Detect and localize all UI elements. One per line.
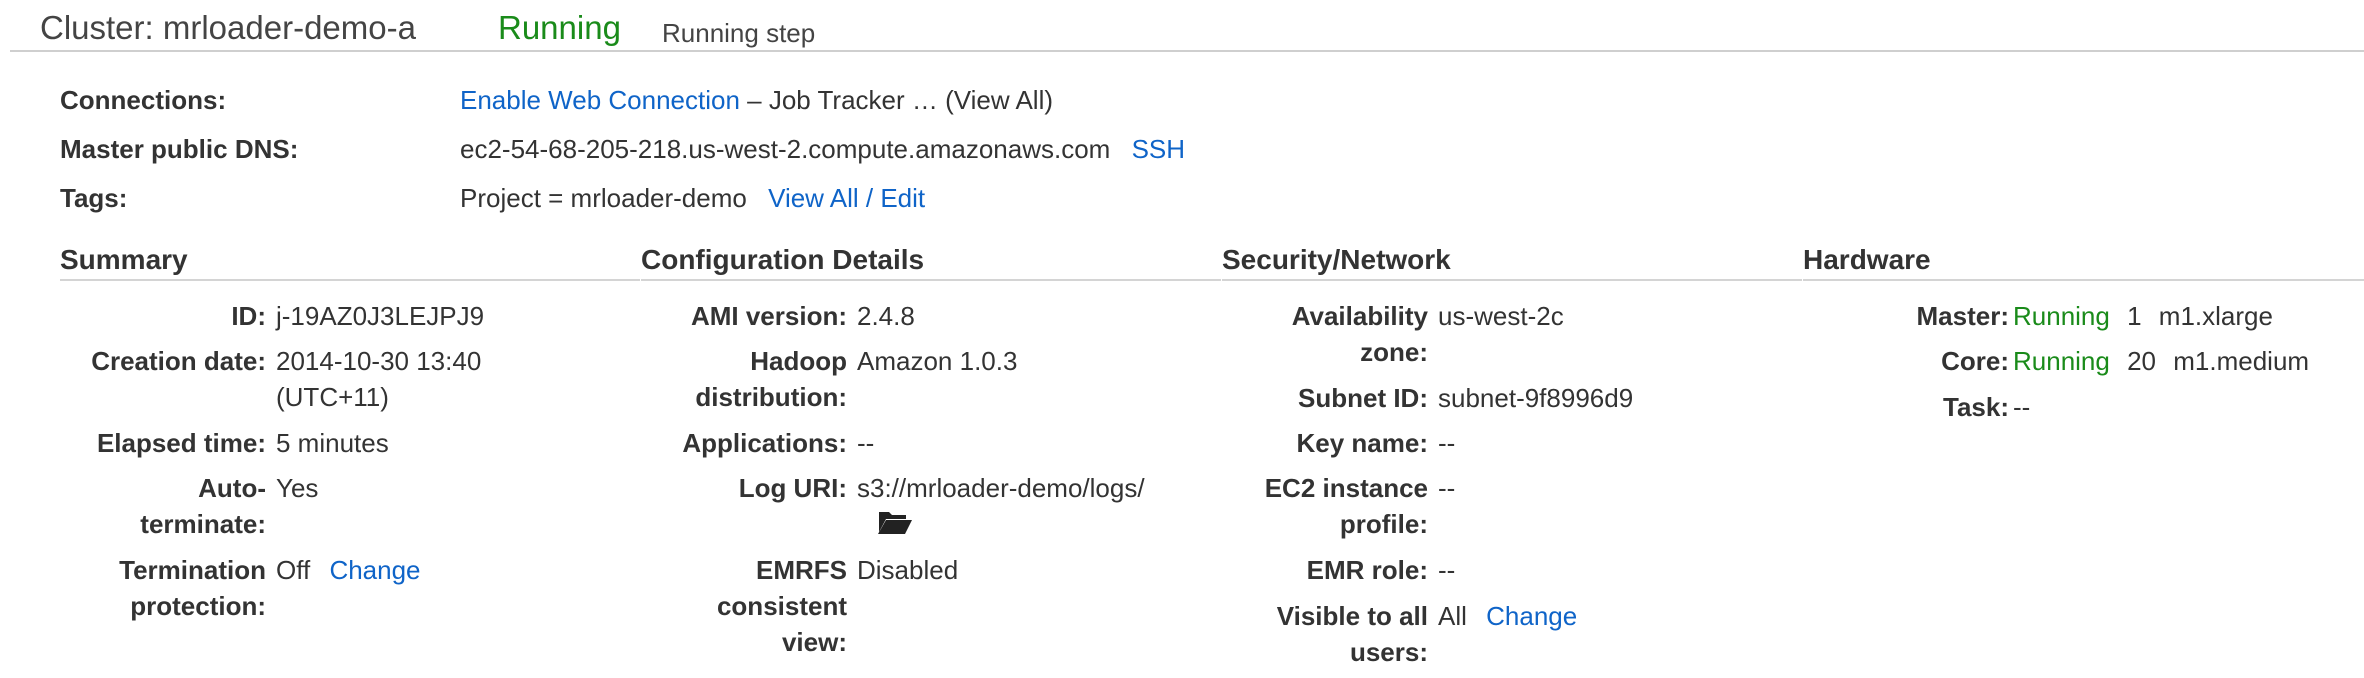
apps-value: -- (857, 428, 875, 458)
elapsed-value: 5 minutes (276, 428, 389, 458)
cluster-header: Cluster: mrloader-demo-a Running Running… (10, 0, 2364, 52)
emrfs-label-3: view: (781, 627, 847, 657)
emr-role-label: EMR role: (1306, 555, 1428, 585)
visible-change-link[interactable]: Change (1486, 601, 1577, 631)
ec2-value: -- (1438, 473, 1456, 503)
log-uri-value: s3://mrloader-demo/logs/ (857, 473, 1145, 503)
cluster-step: Running step (662, 18, 816, 48)
enable-web-connection-link[interactable]: Enable Web Connection (460, 85, 740, 115)
creation-label: Creation date: (91, 346, 266, 376)
core-count: 20 (2127, 346, 2157, 376)
emrfs-value: Disabled (857, 555, 959, 585)
termination-change-link[interactable]: Change (329, 555, 420, 585)
summary-heading: Summary (60, 244, 640, 281)
summary-id-value: j-19AZ0J3LEJPJ9 (276, 301, 485, 331)
key-label: Key name: (1296, 428, 1429, 458)
subnet-value: subnet-9f8996d9 (1438, 383, 1634, 413)
master-status: Running (2013, 301, 2110, 331)
termination-value: Off (276, 555, 311, 585)
cluster-status: Running (498, 9, 621, 46)
az-label-1: Availability (1291, 301, 1428, 331)
connections-label: Connections: (60, 85, 227, 115)
creation-value-2: (UTC+11) (276, 382, 389, 412)
ami-value: 2.4.8 (857, 301, 915, 331)
hardware-heading: Hardware (1803, 244, 2364, 281)
summary-section: Summary (60, 244, 640, 281)
emrfs-label-1: EMRFS (756, 555, 847, 585)
ec2-label-1: EC2 instance (1264, 473, 1428, 503)
config-heading: Configuration Details (641, 244, 1221, 281)
az-label-2: zone: (1360, 337, 1428, 367)
auto-terminate-label-1: Auto- (198, 473, 266, 503)
task-value: -- (2013, 392, 2031, 422)
key-value: -- (1438, 428, 1456, 458)
dns-value: ec2-54-68-205-218.us-west-2.compute.amaz… (460, 134, 1111, 164)
ssh-link[interactable]: SSH (1132, 134, 1185, 164)
connections-rest: – Job Tracker … (View All) (739, 85, 1054, 115)
ami-label: AMI version: (690, 301, 847, 331)
hadoop-label-1: Hadoop (750, 346, 847, 376)
visible-label-1: Visible to all (1276, 601, 1428, 631)
az-value: us-west-2c (1438, 301, 1564, 331)
task-label: Task: (1943, 392, 2009, 422)
termination-label-2: protection: (130, 591, 266, 621)
visible-value: All (1438, 601, 1467, 631)
tags-row: Tags: Project = mrloader-demo View All /… (60, 183, 925, 214)
view-all-edit-link[interactable]: View All / Edit (768, 183, 925, 213)
connections-row: Connections: Enable Web Connection – Job… (60, 85, 1053, 116)
hadoop-label-2: distribution: (695, 382, 847, 412)
dns-label: Master public DNS: (60, 134, 299, 164)
tags-value: Project = mrloader-demo (460, 183, 747, 213)
elapsed-label: Elapsed time: (96, 428, 266, 458)
cluster-title: Cluster: mrloader-demo-a (40, 9, 416, 46)
auto-terminate-label-2: terminate: (140, 509, 266, 539)
ec2-label-2: profile: (1339, 509, 1428, 539)
master-count: 1 (2127, 301, 2142, 331)
core-type: m1.medium (2173, 346, 2310, 376)
core-status: Running (2013, 346, 2110, 376)
auto-terminate-value: Yes (276, 473, 319, 503)
dns-row: Master public DNS: ec2-54-68-205-218.us-… (60, 134, 1185, 165)
log-uri-label: Log URI: (738, 473, 847, 503)
folder-open-icon[interactable] (877, 508, 913, 545)
tags-label: Tags: (60, 183, 128, 213)
emrfs-label-2: consistent (716, 591, 847, 621)
visible-label-2: users: (1349, 637, 1428, 667)
master-label: Master: (1916, 301, 2009, 331)
core-label: Core: (1941, 346, 2009, 376)
security-heading: Security/Network (1222, 244, 1802, 281)
security-section: Security/Network (1222, 244, 1802, 281)
termination-label-1: Termination (119, 555, 266, 585)
emr-role-value: -- (1438, 555, 1456, 585)
hadoop-value: Amazon 1.0.3 (857, 346, 1018, 376)
master-type: m1.xlarge (2158, 301, 2273, 331)
subnet-label: Subnet ID: (1298, 383, 1428, 413)
apps-label: Applications: (682, 428, 847, 458)
config-section: Configuration Details (641, 244, 1221, 281)
creation-value-1: 2014-10-30 13:40 (276, 346, 482, 376)
hardware-section: Hardware (1803, 244, 2364, 281)
summary-id-label: ID: (231, 301, 266, 331)
